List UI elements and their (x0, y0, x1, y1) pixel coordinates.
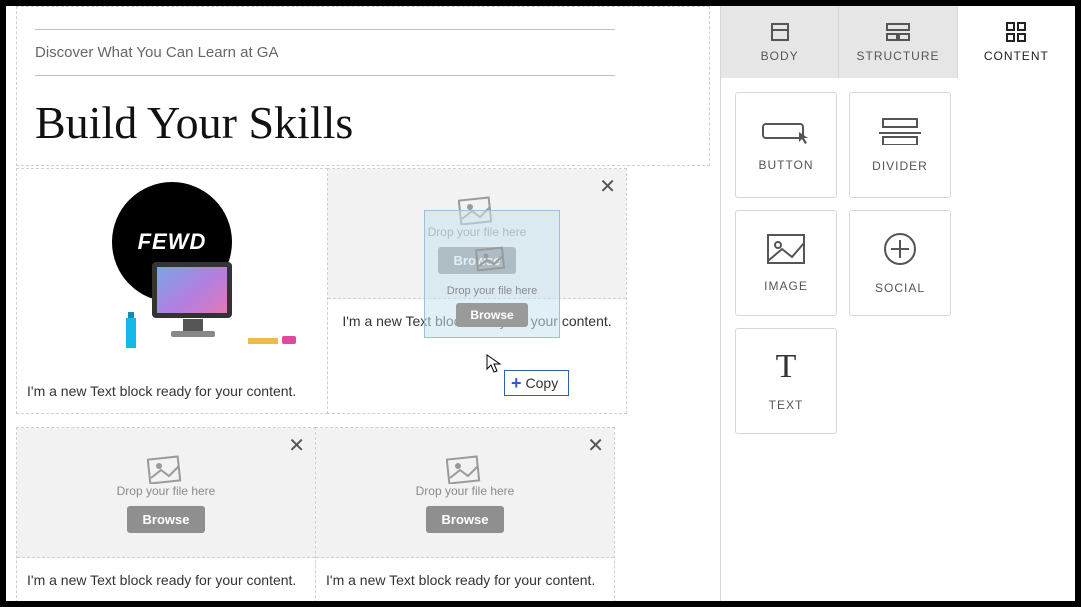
header-block[interactable]: Discover What You Can Learn at GA Build … (16, 6, 710, 166)
subheading-text[interactable]: Discover What You Can Learn at GA (35, 44, 691, 61)
pencil-icon (248, 338, 278, 344)
image-icon (766, 233, 806, 265)
plus-icon: + (511, 374, 522, 392)
widget-palette: BUTTON DIVIDER IMAGE SOCIAL (721, 78, 1075, 448)
divider-icon (877, 117, 923, 145)
close-icon[interactable]: ✕ (587, 436, 604, 456)
content-cell[interactable]: FEWD I'm a new Text block ready for your… (16, 168, 328, 414)
fewd-illustration: FEWD (72, 182, 272, 362)
text-icon: T (776, 350, 797, 384)
copy-tooltip-label: Copy (526, 375, 559, 391)
drop-hint: Drop your file here (117, 484, 216, 498)
text-block[interactable]: I'm a new Text block ready for your cont… (17, 369, 327, 413)
drop-hint: Drop your file here (447, 285, 538, 297)
drag-ghost: Drop your file here Browse (424, 210, 560, 338)
horizontal-rule (35, 75, 615, 76)
monitor-icon (152, 262, 232, 318)
eraser-icon (282, 336, 296, 344)
horizontal-rule (35, 29, 615, 30)
image-placeholder-icon (475, 244, 509, 277)
tab-content[interactable]: CONTENT (958, 6, 1075, 78)
image-slot[interactable]: FEWD (17, 169, 327, 369)
tab-structure[interactable]: STRUCTURE (839, 6, 957, 78)
sidebar-tabs: BODY STRUCTURE CONTENT (721, 6, 1075, 78)
content-row: ✕ Drop your file here Browse I'm a new T… (16, 427, 710, 601)
sidebar: BODY STRUCTURE CONTENT BUTTON (720, 6, 1075, 601)
cursor-icon (486, 354, 502, 379)
widget-divider[interactable]: DIVIDER (849, 92, 951, 198)
browse-button: Browse (456, 303, 527, 327)
widget-label: DIVIDER (872, 159, 928, 173)
widget-image[interactable]: IMAGE (735, 210, 837, 316)
tab-label: BODY (761, 49, 799, 63)
widget-text[interactable]: T TEXT (735, 328, 837, 434)
app-frame: Discover What You Can Learn at GA Build … (6, 6, 1075, 601)
text-block[interactable]: I'm a new Text block ready for your cont… (316, 558, 614, 601)
widget-social[interactable]: SOCIAL (849, 210, 951, 316)
image-dropzone[interactable]: ✕ Drop your file here Browse (316, 428, 614, 558)
fewd-badge-text: FEWD (138, 229, 207, 255)
close-icon[interactable]: ✕ (288, 436, 305, 456)
structure-icon (885, 21, 911, 43)
browse-button[interactable]: Browse (426, 506, 505, 533)
tab-label: STRUCTURE (856, 49, 939, 63)
tab-label: CONTENT (984, 49, 1049, 63)
content-cell[interactable]: ✕ Drop your file here Browse I'm a new T… (16, 427, 316, 601)
widget-button[interactable]: BUTTON (735, 92, 837, 198)
widget-label: IMAGE (764, 279, 808, 293)
widget-label: BUTTON (758, 158, 813, 172)
drop-hint: Drop your file here (416, 484, 515, 498)
tab-body[interactable]: BODY (721, 6, 839, 78)
image-placeholder-icon (446, 452, 484, 484)
browse-button[interactable]: Browse (127, 506, 206, 533)
content-row: FEWD I'm a new Text block ready for your… (16, 168, 710, 413)
content-icon (1005, 21, 1027, 43)
button-icon (761, 118, 811, 144)
widget-label: SOCIAL (875, 281, 925, 295)
image-placeholder-icon (147, 452, 185, 484)
editor-canvas[interactable]: Discover What You Can Learn at GA Build … (6, 6, 720, 601)
copy-tooltip: + Copy (504, 370, 569, 396)
bottle-icon (126, 318, 136, 348)
text-block[interactable]: I'm a new Text block ready for your cont… (17, 558, 315, 601)
social-icon (882, 231, 918, 267)
content-cell[interactable]: ✕ Drop your file here Browse I'm a new T… (315, 427, 615, 601)
image-dropzone[interactable]: ✕ Drop your file here Browse (17, 428, 315, 558)
headline-text[interactable]: Build Your Skills (35, 96, 691, 149)
close-icon[interactable]: ✕ (599, 177, 616, 197)
body-icon (769, 21, 791, 43)
widget-label: TEXT (769, 398, 804, 412)
